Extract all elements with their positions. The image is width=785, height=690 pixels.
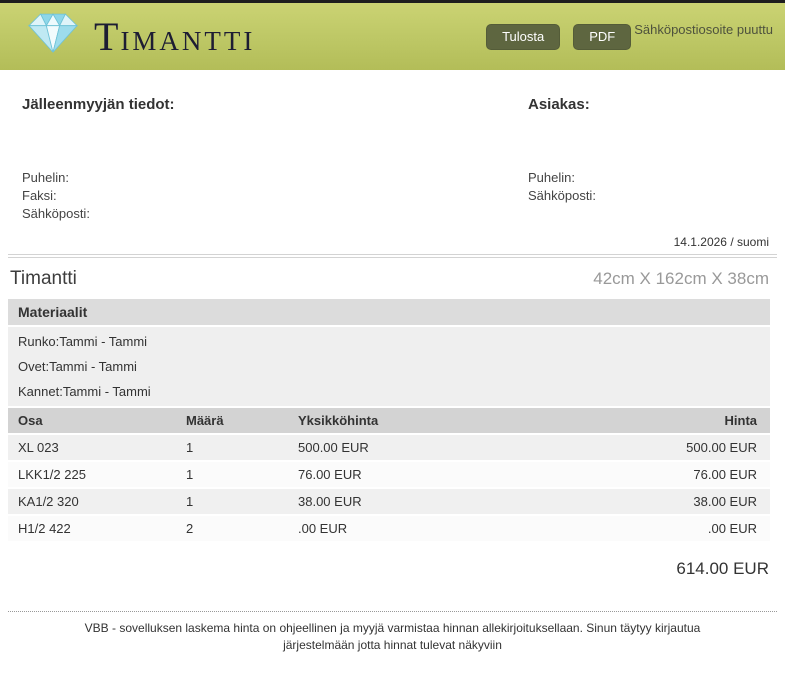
cell-maara: 1 [186, 494, 194, 509]
quote-page: T IMANTTI Tulosta PDF Sähköpostiosoite pu… [0, 0, 785, 690]
cell-osa: KA1/2 320 [18, 494, 79, 509]
product-dimensions: 42cm X 162cm X 38cm [593, 269, 769, 288]
customer-title: Asiakas: [528, 96, 590, 113]
dealer-phone-label: Puhelin: [22, 170, 69, 185]
dealer-email-label: Sähköposti: [22, 206, 90, 221]
cell-yksikkohinta: 38.00 EUR [298, 494, 362, 509]
tables-container: Materiaalit Runko:Tammi - Tammi Ovet:Tam… [8, 299, 770, 541]
masthead: T IMANTTI Tulosta PDF Sähköpostiosoite pu… [0, 3, 785, 70]
table-row: LKK1/2 225 1 76.00 EUR 76.00 EUR [8, 462, 770, 487]
brand-rest: IMANTTI [120, 26, 256, 56]
dealer-fax-label: Faksi: [22, 188, 57, 203]
customer-contact-labels: Puhelin: Sähköposti: [528, 169, 770, 205]
col-maara: Määrä [186, 413, 224, 428]
materials-body: Runko:Tammi - Tammi Ovet:Tammi - Tammi K… [8, 327, 770, 406]
dealer-title: Jälleenmyyjän tiedot: [22, 96, 175, 113]
table-row: KA1/2 320 1 38.00 EUR 38.00 EUR [8, 489, 770, 514]
material-row-kannet: Kannet:Tammi - Tammi [18, 384, 151, 399]
pdf-button[interactable]: PDF [573, 23, 632, 50]
cell-yksikkohinta: 76.00 EUR [298, 467, 362, 482]
product-name: Timantti [10, 268, 77, 289]
customer-email-label: Sähköposti: [528, 188, 596, 203]
cell-osa: H1/2 422 [18, 521, 71, 536]
cell-hinta: .00 EUR [707, 521, 757, 536]
cell-maara: 1 [186, 440, 194, 455]
cell-hinta: 76.00 EUR [693, 467, 757, 482]
cell-maara: 1 [186, 467, 194, 482]
material-row-ovet: Ovet:Tammi - Tammi [18, 359, 137, 374]
cell-yksikkohinta: 500.00 EUR [298, 440, 369, 455]
brand-name: T IMANTTI [94, 13, 255, 60]
parts-table-header: Osa Määrä Yksikköhinta Hinta [8, 408, 770, 433]
col-hinta: Hinta [724, 413, 758, 428]
col-osa: Osa [18, 413, 43, 428]
diamond-icon [24, 9, 82, 64]
parties-section: Jälleenmyyjän tiedot: Puhelin: Faksi: Sä… [0, 70, 785, 223]
print-button[interactable]: Tulosta [486, 23, 561, 50]
cell-yksikkohinta: .00 EUR [298, 521, 348, 536]
cell-osa: LKK1/2 225 [18, 467, 86, 482]
cell-hinta: 38.00 EUR [693, 494, 757, 509]
customer-phone-label: Puhelin: [528, 170, 575, 185]
footer-disclaimer: VBB - sovelluksen laskema hinta on ohjee… [8, 611, 777, 654]
dealer-info: Jälleenmyyjän tiedot: Puhelin: Faksi: Sä… [22, 96, 528, 223]
brand-logo: T IMANTTI [24, 9, 255, 64]
brand-initial: T [94, 14, 121, 59]
customer-info: Asiakas: Puhelin: Sähköposti: [528, 96, 770, 223]
material-row-runko: Runko:Tammi - Tammi [18, 334, 148, 349]
total-price: 614.00 EUR [676, 559, 769, 578]
col-yksikkohinta: Yksikköhinta [298, 413, 379, 428]
cell-maara: 2 [186, 521, 194, 536]
product-row: Timantti 42cm X 162cm X 38cm [0, 258, 785, 299]
cell-hinta: 500.00 EUR [686, 440, 757, 455]
email-missing-notice: Sähköpostiosoite puuttu [634, 22, 773, 37]
table-row: XL 023 1 500.00 EUR 500.00 EUR [8, 435, 770, 460]
materials-header: Materiaalit [8, 299, 770, 325]
table-row: H1/2 422 2 .00 EUR .00 EUR [8, 516, 770, 541]
date-locale: 14.1.2026 / suomi [673, 235, 769, 249]
cell-osa: XL 023 [18, 440, 59, 455]
dealer-contact-labels: Puhelin: Faksi: Sähköposti: [22, 169, 528, 223]
